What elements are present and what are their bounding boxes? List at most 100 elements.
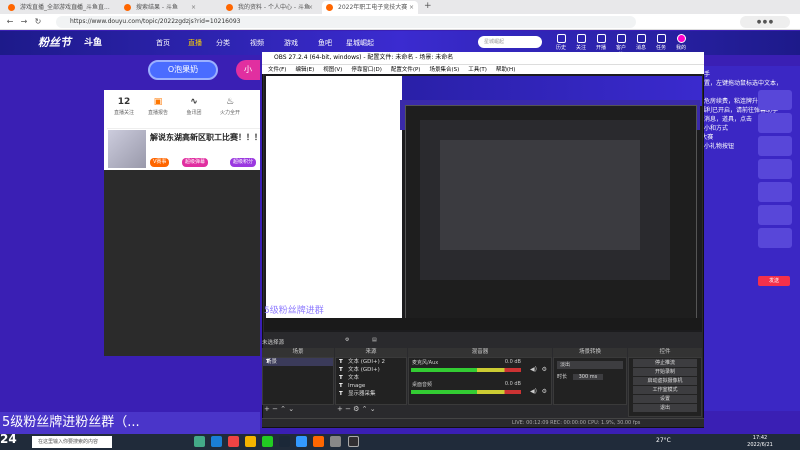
- close-tab-icon[interactable]: ×: [191, 1, 196, 14]
- event-badge[interactable]: [758, 90, 792, 110]
- menu-scene-collection[interactable]: 场景集合(S): [429, 67, 459, 73]
- avatar[interactable]: 我的: [674, 34, 688, 51]
- stat-group[interactable]: ∿ 鱼讯团: [182, 97, 206, 116]
- close-tab-icon[interactable]: ×: [75, 1, 80, 14]
- menu-docks[interactable]: 停靠窗口(D): [351, 67, 382, 73]
- close-tab-icon[interactable]: ×: [409, 1, 414, 14]
- menu-file[interactable]: 文件(F): [268, 67, 286, 73]
- volume-meter[interactable]: [411, 368, 521, 372]
- gear-icon[interactable]: ⚙: [542, 388, 547, 395]
- task-view-icon[interactable]: [194, 436, 205, 447]
- menu-profile[interactable]: 配置文件(P): [391, 67, 421, 73]
- gear-icon[interactable]: ⚙: [542, 366, 547, 373]
- properties-icon[interactable]: ⚙: [345, 337, 349, 343]
- stat-report[interactable]: ▣ 直播报告: [146, 97, 170, 116]
- mixer-channel-name: 桌面音频: [412, 382, 433, 388]
- menu-help[interactable]: 帮助(H): [496, 67, 515, 73]
- scenes-list[interactable]: 场景: [262, 357, 334, 405]
- wechat-icon[interactable]: [262, 436, 273, 447]
- broadcast-icon[interactable]: 开播: [594, 34, 608, 51]
- chrome-icon[interactable]: [228, 436, 239, 447]
- site-search-input[interactable]: 星城崛起: [478, 36, 542, 48]
- profile-button[interactable]: ● ● ●: [740, 16, 790, 28]
- event-badge[interactable]: [758, 113, 792, 133]
- transition-select[interactable]: 淡出: [557, 361, 623, 369]
- fan-group-button[interactable]: O泡果奶: [148, 60, 218, 80]
- virtual-camera-button[interactable]: 启动虚拟摄像机: [633, 377, 697, 385]
- menu-view[interactable]: 视图(V): [323, 67, 342, 73]
- history-icon[interactable]: 历史: [554, 34, 568, 51]
- taskbar-search[interactable]: 在这里输入你要搜索的内容: [32, 436, 112, 448]
- send-button[interactable]: 发送: [758, 276, 790, 286]
- steam-icon[interactable]: [279, 436, 290, 447]
- back-icon[interactable]: ←: [4, 16, 16, 28]
- browser-tab[interactable]: 游戏直播_全部游戏直播_斗鱼直... ×: [4, 1, 110, 14]
- volume-meter[interactable]: [411, 390, 521, 394]
- message-icon[interactable]: 消息: [634, 34, 648, 51]
- nav-live[interactable]: 直播: [188, 38, 202, 48]
- source-item[interactable]: 文本: [336, 374, 406, 382]
- report-icon: ▣: [153, 97, 163, 107]
- nav-video[interactable]: 视频: [250, 38, 264, 48]
- duration-field[interactable]: 300 ms: [572, 374, 604, 380]
- stream-title[interactable]: 解说东湖高新区职工比赛！！！: [150, 132, 262, 143]
- nav-home[interactable]: 首页: [156, 38, 170, 48]
- settings-button[interactable]: 设置: [633, 395, 697, 403]
- edge-icon[interactable]: [211, 436, 222, 447]
- site-logo[interactable]: 粉丝节: [38, 34, 71, 50]
- scene-item[interactable]: 场景: [263, 358, 333, 366]
- source-item[interactable]: 显示器采集: [336, 390, 406, 398]
- folder-icon[interactable]: [245, 436, 256, 447]
- douyu-icon[interactable]: [313, 436, 324, 447]
- event-badge[interactable]: [758, 205, 792, 225]
- stream-thumbnail[interactable]: [108, 130, 146, 168]
- nav-event[interactable]: 星城崛起: [346, 38, 374, 48]
- source-item[interactable]: 文本 (GDI+): [336, 366, 406, 374]
- menu-tools[interactable]: 工具(T): [468, 67, 487, 73]
- task-icon[interactable]: 任务: [654, 34, 668, 51]
- speaker-icon[interactable]: ◀): [530, 388, 537, 395]
- source-item[interactable]: 文本 (GDI+) 2: [336, 358, 406, 366]
- filters-icon[interactable]: ▤: [372, 337, 377, 343]
- card-pill[interactable]: 超级积分: [230, 158, 257, 167]
- studio-mode-button[interactable]: 工作室模式: [633, 386, 697, 394]
- obs-icon[interactable]: [348, 436, 359, 447]
- clock[interactable]: 17:42 2022/6/21: [740, 435, 780, 449]
- browser-tab[interactable]: 搜索结果 - 斗鱼 ×: [120, 1, 200, 14]
- speaker-icon[interactable]: ◀): [530, 366, 537, 373]
- site-logo-sub[interactable]: 斗鱼: [84, 35, 102, 48]
- nav-category[interactable]: 分类: [216, 38, 230, 48]
- event-badge[interactable]: [758, 228, 792, 248]
- exit-button[interactable]: 退出: [633, 404, 697, 412]
- browser-tab-active[interactable]: 2022年职工电子竞技大赛 ×: [322, 1, 418, 14]
- card-pill[interactable]: 超级弹幕: [182, 158, 209, 167]
- weather[interactable]: 27°C: [656, 437, 671, 444]
- follow-icon[interactable]: 关注: [574, 34, 588, 51]
- reload-icon[interactable]: ↻: [32, 16, 44, 28]
- qq-icon[interactable]: [296, 436, 307, 447]
- card-pill[interactable]: V赛事: [150, 158, 170, 167]
- url-field[interactable]: https://www.douyu.com/topic/2022zgdzjs?r…: [56, 16, 636, 28]
- stat-follow[interactable]: 12 直播关注: [112, 97, 136, 116]
- event-badge[interactable]: [758, 182, 792, 202]
- stop-streaming-button[interactable]: 停止推流: [633, 359, 697, 367]
- nav-yuba[interactable]: 鱼吧: [318, 38, 332, 48]
- start-recording-button[interactable]: 开始录制: [633, 368, 697, 376]
- forward-icon[interactable]: →: [18, 16, 30, 28]
- selected-source-label: 未选择源: [262, 340, 285, 346]
- source-add-icon[interactable]: + − ⚙ ⌃ ⌄: [337, 405, 376, 414]
- new-tab-icon[interactable]: +: [424, 1, 432, 11]
- app-icon[interactable]: [330, 436, 341, 447]
- sources-list[interactable]: 文本 (GDI+) 2 文本 (GDI+) 文本 Image 显示器采集: [335, 357, 407, 405]
- scene-add-icon[interactable]: + − ⌃ ⌄: [264, 405, 294, 414]
- browser-tab[interactable]: 我的资料 - 个人中心 - 斗鱼 ×: [222, 1, 317, 14]
- close-tab-icon[interactable]: ×: [308, 1, 313, 14]
- menu-edit[interactable]: 编辑(E): [295, 67, 314, 73]
- stat-fire[interactable]: ♨ 火力全开: [218, 97, 242, 116]
- event-badge[interactable]: [758, 136, 792, 156]
- event-badge[interactable]: [758, 159, 792, 179]
- source-item[interactable]: Image: [336, 382, 406, 390]
- player-area[interactable]: [104, 170, 260, 356]
- fan-group-button-2[interactable]: 小: [236, 60, 260, 80]
- nav-game[interactable]: 游戏: [284, 38, 298, 48]
